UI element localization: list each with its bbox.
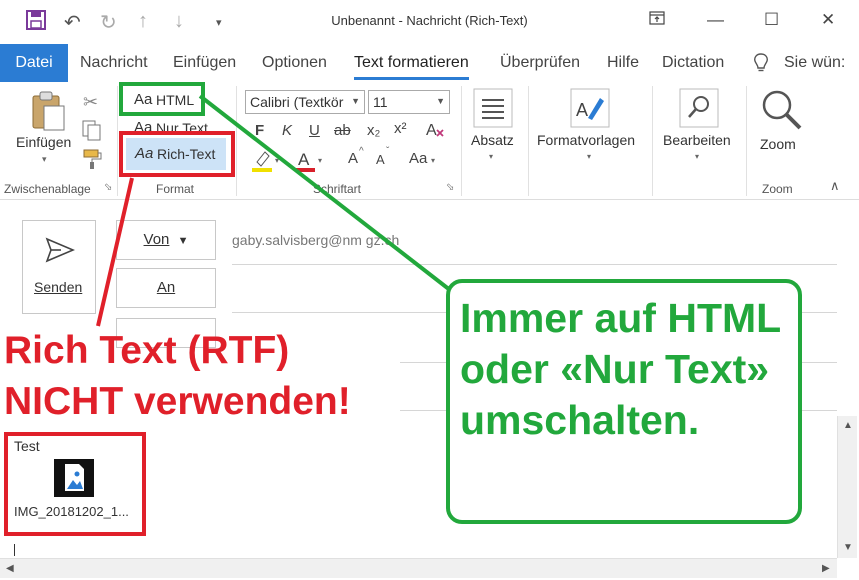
attachment-highlight-box	[4, 432, 146, 536]
rich-text-highlight-box	[119, 131, 235, 177]
warning-text-line1: Rich Text (RTF)	[4, 329, 290, 372]
html-highlight-box	[119, 82, 205, 116]
outlook-message-window: ↶ ↻ ↑ ↓ ▾ Unbenannt - Nachricht (Rich-Te…	[0, 0, 859, 580]
tip-text-line2: oder «Nur Text»	[460, 346, 770, 392]
warning-text-line2: NICHT verwenden!	[4, 380, 351, 423]
tip-text-line3: umschalten.	[460, 397, 700, 443]
tip-callout: Immer auf HTML oder «Nur Text» umschalte…	[446, 279, 802, 524]
tip-text-line1: Immer auf HTML	[460, 295, 782, 341]
